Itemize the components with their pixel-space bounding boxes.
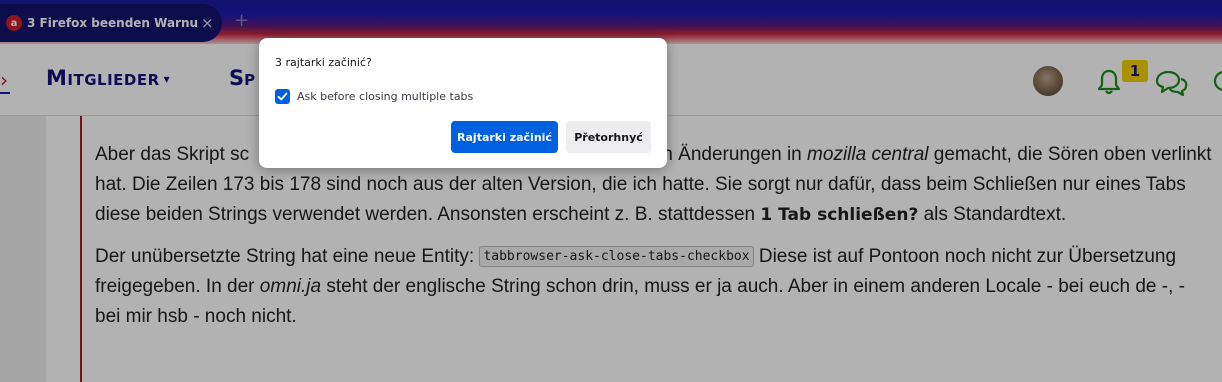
close-tabs-confirm-button[interactable]: Rajtarki začinić — [451, 121, 558, 153]
dialog-title: 3 rajtarki začinić? — [275, 56, 372, 69]
ask-before-closing-checkbox-row[interactable]: Ask before closing multiple tabs — [275, 89, 473, 104]
ask-before-closing-checkbox[interactable] — [275, 89, 290, 104]
close-tabs-dialog: 3 rajtarki začinić? Ask before closing m… — [259, 38, 667, 168]
cancel-button[interactable]: Přetorhnyć — [566, 121, 651, 153]
checkmark-icon — [277, 92, 288, 101]
checkbox-label: Ask before closing multiple tabs — [297, 90, 474, 103]
